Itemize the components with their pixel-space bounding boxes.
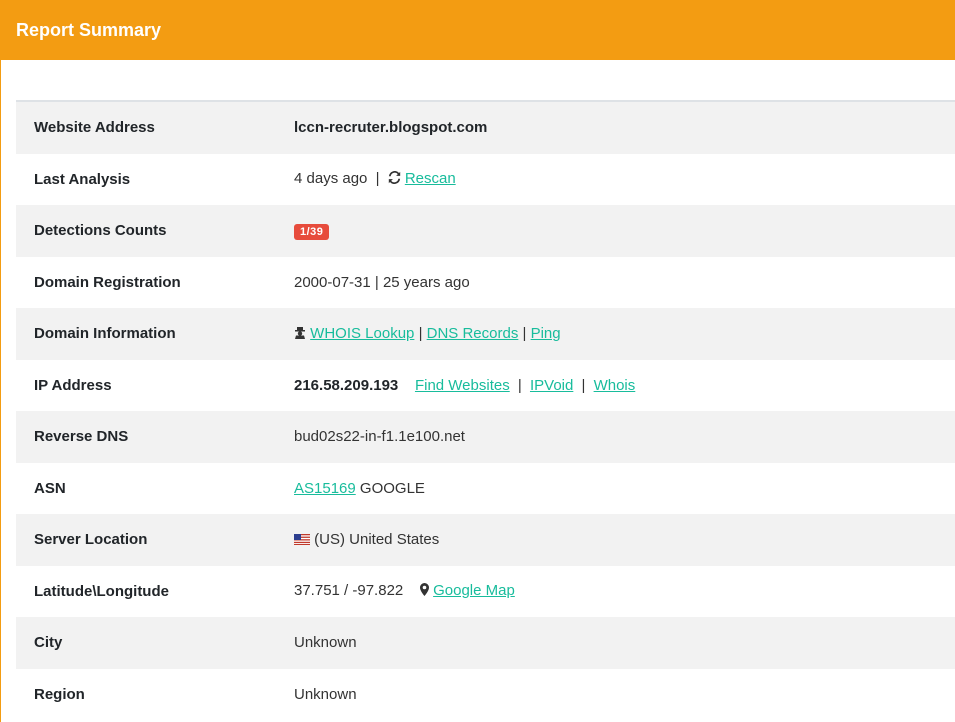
row-domain-information: Domain Information WHOIS Lookup | DNS Re… xyxy=(16,308,955,360)
dns-records-link[interactable]: DNS Records xyxy=(427,325,519,342)
website-address-value: lccn-recruter.blogspot.com xyxy=(294,119,488,137)
ip-address-value: 216.58.209.193 xyxy=(294,376,399,394)
row-website-address: Website Address lccn-recruter.blogspot.c… xyxy=(16,102,955,154)
separator: | xyxy=(581,376,586,394)
row-label: Server Location xyxy=(34,531,148,549)
last-analysis-value: 4 days ago xyxy=(294,170,368,188)
row-label: Latitude\Longitude xyxy=(34,582,169,600)
row-reverse-dns: Reverse DNS bud02s22-in-f1.1e100.net xyxy=(16,411,955,463)
google-map-link[interactable]: Google Map xyxy=(433,582,515,599)
row-label: Domain Registration xyxy=(34,273,181,291)
separator: | xyxy=(522,324,527,342)
separator: | xyxy=(418,324,423,342)
row-value: 1/39 xyxy=(294,222,955,240)
row-city: City Unknown xyxy=(16,617,955,669)
row-label: Website Address xyxy=(34,119,155,137)
row-label: ASN xyxy=(34,479,66,497)
asn-link[interactable]: AS15169 xyxy=(294,480,356,497)
row-value: WHOIS Lookup | DNS Records | Ping xyxy=(294,325,955,343)
rescan-link[interactable]: Rescan xyxy=(405,170,456,187)
row-label: Domain Information xyxy=(34,325,176,343)
row-value: (US) United States xyxy=(294,531,955,549)
row-label: IP Address xyxy=(34,376,112,394)
ping-link[interactable]: Ping xyxy=(531,325,561,342)
separator: | xyxy=(517,376,522,394)
separator: | xyxy=(375,170,380,188)
row-value: 37.751 / -97.822 Google Map xyxy=(294,582,955,600)
row-value: AS15169 GOOGLE xyxy=(294,480,955,497)
map-marker-icon xyxy=(419,583,429,600)
domain-registration-value: 2000-07-31 | 25 years ago xyxy=(294,273,470,291)
row-label: Detections Counts xyxy=(34,222,167,240)
report-summary-panel: Report Summary Website Address lccn-recr… xyxy=(0,0,955,722)
row-latitude-longitude: Latitude\Longitude 37.751 / -97.822 Goog… xyxy=(16,566,955,618)
asn-name: GOOGLE xyxy=(359,479,425,497)
row-last-analysis: Last Analysis 4 days ago | Rescan xyxy=(16,154,955,206)
find-websites-link[interactable]: Find Websites xyxy=(415,377,510,394)
panel-title: Report Summary xyxy=(16,19,162,40)
ipvoid-link[interactable]: IPVoid xyxy=(530,377,573,394)
row-domain-registration: Domain Registration 2000-07-31 | 25 year… xyxy=(16,257,955,309)
refresh-icon xyxy=(388,171,401,188)
row-value: 4 days ago | Rescan xyxy=(294,170,955,188)
row-asn: ASN AS15169 GOOGLE xyxy=(16,463,955,515)
row-label: Region xyxy=(34,685,85,703)
server-location-value: (US) United States xyxy=(314,530,440,548)
row-region: Region Unknown xyxy=(16,669,955,721)
region-value: Unknown xyxy=(294,685,357,703)
reverse-dns-value: bud02s22-in-f1.1e100.net xyxy=(294,428,465,446)
row-label: Reverse DNS xyxy=(34,428,129,446)
city-value: Unknown xyxy=(294,634,357,652)
table-body: Website Address lccn-recruter.blogspot.c… xyxy=(16,102,955,720)
whois-lookup-link[interactable]: WHOIS Lookup xyxy=(310,325,414,342)
panel-header: Report Summary xyxy=(1,0,955,60)
row-label: City xyxy=(34,634,63,652)
row-ip-address: IP Address 216.58.209.193 Find Websites … xyxy=(16,360,955,412)
latlong-value: 37.751 / -97.822 xyxy=(294,582,404,600)
row-value: lccn-recruter.blogspot.com xyxy=(294,119,955,136)
row-value: 216.58.209.193 Find Websites | IPVoid | … xyxy=(294,377,955,394)
summary-table: Website Address lccn-recruter.blogspot.c… xyxy=(16,100,955,720)
row-label: Last Analysis xyxy=(34,170,131,188)
detections-badge: 1/39 xyxy=(294,223,330,240)
row-detections-counts: Detections Counts 1/39 xyxy=(16,205,955,257)
row-server-location: Server Location (US) United States xyxy=(16,514,955,566)
user-secret-icon xyxy=(294,326,306,343)
whois-link[interactable]: Whois xyxy=(594,377,636,394)
us-flag-icon xyxy=(294,532,310,549)
